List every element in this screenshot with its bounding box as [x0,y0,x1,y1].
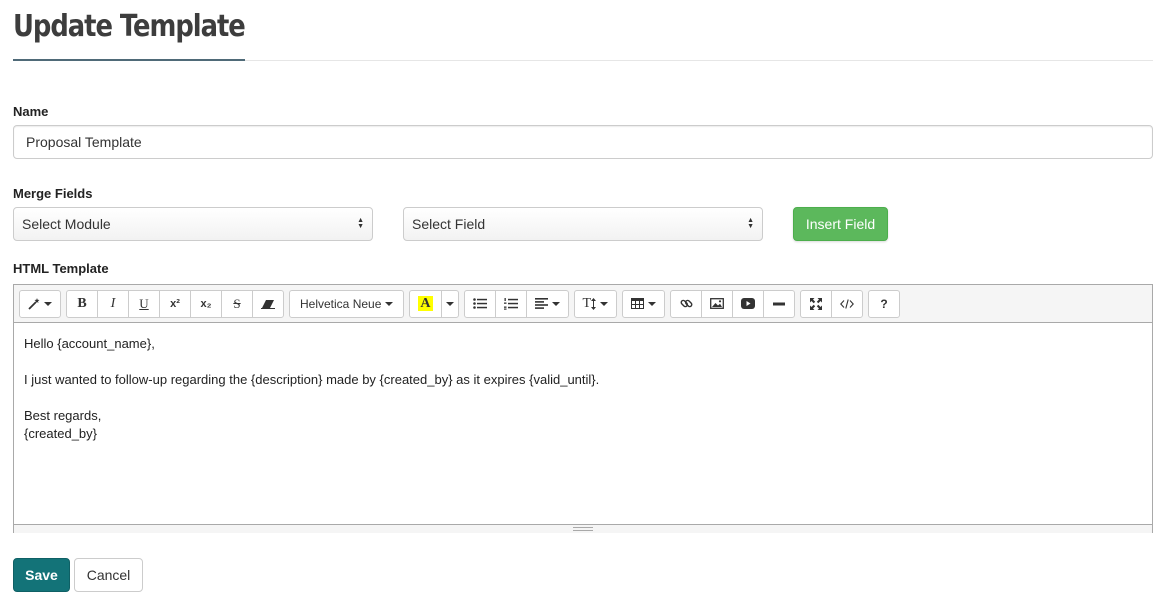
video-icon [741,298,756,309]
italic-button[interactable]: I [97,289,129,318]
horizontal-rule-icon [773,302,786,305]
module-select[interactable]: Select Module ▲ ▼ [13,207,373,241]
bullet-list-icon [472,298,487,309]
html-template-label: HTML Template [13,261,109,276]
font-color-button[interactable]: A [409,289,442,318]
table-group [622,289,666,318]
video-button[interactable] [732,289,765,318]
chevron-down-icon [551,301,560,306]
font-color-dropdown[interactable] [440,289,459,318]
line-height-button[interactable]: T [573,289,618,318]
subscript-button[interactable]: x₂ [190,289,222,318]
height-group: T [573,289,618,318]
merge-fields-label: Merge Fields [13,186,93,201]
strikethrough-button[interactable]: S [221,289,253,318]
help-group: ? [868,289,901,318]
fullscreen-button[interactable] [800,289,833,318]
font-name-dropdown[interactable]: Helvetica Neue [289,289,405,318]
superscript-button[interactable]: x² [159,289,191,318]
insert-field-button[interactable]: Insert Field [793,207,888,241]
name-input[interactable] [13,125,1153,159]
cancel-button[interactable]: Cancel [74,558,143,592]
fullscreen-icon [810,297,823,310]
font-name-group: Helvetica Neue [289,289,405,318]
html-editor: B I U x² x₂ S Helvetica Neue A T ? Hello… [13,284,1153,533]
editor-resize-handle[interactable] [14,524,1152,533]
title-divider-accent [13,59,245,61]
height-arrows-icon [591,297,597,310]
select-arrows-icon: ▲ ▼ [357,217,364,230]
editor-line: Best regards, [24,408,102,423]
editor-line: {created_by} [24,426,98,441]
editor-line: I just wanted to follow-up regarding the… [24,372,600,387]
field-select-value: Select Field [412,216,486,232]
numbered-list-icon [503,297,518,310]
eraser-icon [261,299,275,309]
font-name-value: Helvetica Neue [300,296,382,311]
chevron-down-icon [648,301,657,306]
ordered-list-button[interactable] [494,289,527,318]
paragraph-group [463,289,569,318]
horizontal-rule-button[interactable] [763,289,796,318]
underline-button[interactable]: U [128,289,160,318]
editor-line [24,353,1142,371]
picture-icon [710,298,725,309]
editor-toolbar: B I U x² x₂ S Helvetica Neue A T ? [14,285,1152,323]
insert-group [670,289,796,318]
clear-format-button[interactable] [252,289,284,318]
align-left-icon [534,298,548,309]
editor-content[interactable]: Hello {account_name}, I just wanted to f… [14,323,1152,524]
select-arrows-icon: ▲ ▼ [747,217,754,230]
save-button[interactable]: Save [13,558,70,592]
table-button[interactable] [622,289,666,318]
chevron-down-icon [385,301,394,306]
field-select[interactable]: Select Field ▲ ▼ [403,207,763,241]
grip-icon [573,527,593,531]
magic-wand-icon [28,297,40,310]
style-group [19,289,61,318]
font-style-group: B I U x² x₂ S [66,289,284,318]
table-icon [631,298,645,309]
bold-button[interactable]: B [66,289,98,318]
color-group: A [409,289,459,318]
font-color-letter: A [418,296,433,311]
code-view-button[interactable] [831,289,864,318]
link-icon [680,299,693,308]
name-label: Name [13,104,49,119]
chevron-down-icon [44,301,52,306]
paragraph-align-button[interactable] [525,289,569,318]
unordered-list-button[interactable] [463,289,496,318]
style-button[interactable] [19,289,61,318]
editor-line [24,389,1142,407]
chevron-down-icon [445,301,454,306]
text-height-icon: T [582,295,592,311]
module-select-value: Select Module [22,216,111,232]
editor-line: Hello {account_name}, [24,336,155,351]
page-title: Update Template [13,9,246,44]
chevron-down-icon [600,301,609,306]
view-group [800,289,864,318]
code-icon [840,298,855,309]
link-button[interactable] [670,289,703,318]
picture-button[interactable] [701,289,734,318]
help-button[interactable]: ? [868,289,901,318]
